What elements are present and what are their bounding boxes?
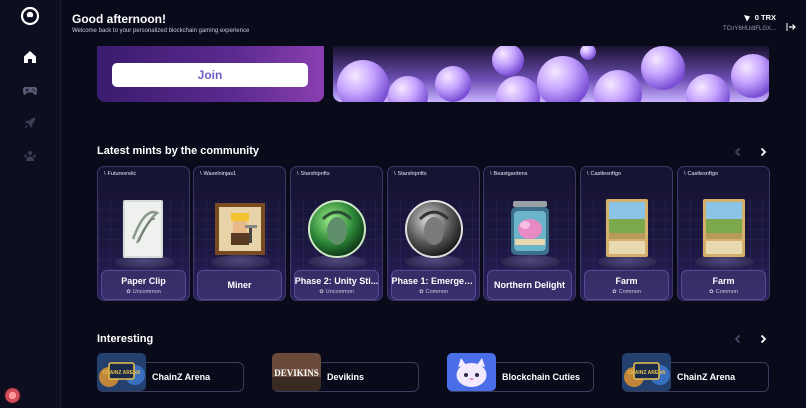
game-thumbnail: CHAINZ ARENA <box>622 353 671 391</box>
header: Good afternoon! Welcome back to your per… <box>61 0 806 46</box>
game-name: ChainZ Arena <box>152 372 211 382</box>
rarity-icon: ✿ <box>319 288 324 295</box>
farm-card-art <box>702 199 745 257</box>
interesting-title: Interesting <box>97 333 154 345</box>
game-item[interactable]: DEVIKINS Devikins <box>272 353 419 392</box>
wallet-address: TCnY8HUdtFLGX... <box>722 26 776 32</box>
rarity-icon: ✿ <box>612 288 617 295</box>
rocket-icon[interactable] <box>20 113 40 133</box>
svg-text:CHAINZ ARENA: CHAINZ ARENA <box>628 370 666 376</box>
mint-label: Paper Clip ✿ Uncommon <box>101 270 186 300</box>
interesting-prev-button[interactable] <box>730 331 746 347</box>
mint-card[interactable]: \ Waxelninjas1 Miner <box>193 166 286 301</box>
mint-card[interactable]: \ Beastgardens Northern Delight <box>483 166 576 301</box>
wallet-info[interactable]: 0 TRX TCnY8HUdtFLGX... <box>723 13 776 32</box>
mint-creator: \ Futurexrelic <box>104 171 137 177</box>
home-icon[interactable] <box>20 47 40 67</box>
mint-card[interactable]: \ Starshipnfts Phase 1: Emergen... ✿ Com… <box>387 166 480 301</box>
promo-banner-art <box>337 46 769 102</box>
game-name: Devikins <box>327 372 365 382</box>
creator-tag-icon: \ <box>104 171 106 177</box>
rarity-icon: ✿ <box>709 288 714 295</box>
mint-label: Northern Delight <box>487 270 572 300</box>
mints-next-button[interactable] <box>755 144 771 160</box>
gamepad-icon[interactable] <box>20 80 40 100</box>
wallet-balance: 0 TRX <box>723 13 776 22</box>
chevron-left-icon <box>734 147 741 157</box>
mint-name: Northern Delight <box>494 280 565 290</box>
user-avatar[interactable] <box>4 387 21 404</box>
mint-creator: \ Starshipnfts <box>297 171 330 177</box>
svg-text:CHAINZ ARENA: CHAINZ ARENA <box>103 370 141 376</box>
interesting-next-button[interactable] <box>755 331 771 347</box>
mint-rarity: ✿ Uncommon <box>126 288 161 295</box>
mint-name: Farm <box>615 275 638 286</box>
latest-mints-title: Latest mints by the community <box>97 145 259 157</box>
mint-creator: \ Beastgardens <box>490 171 528 177</box>
mint-name: Phase 1: Emergen... <box>391 275 476 286</box>
mint-creator: \ Castlesnftgo <box>587 171 622 177</box>
mint-name: Farm <box>712 275 735 286</box>
chevron-right-icon <box>760 334 767 344</box>
unity-orb-art <box>307 200 366 258</box>
mint-card[interactable]: \ Castlesnftgo Farm ✿ Common <box>677 166 770 301</box>
chevron-right-icon <box>760 147 767 157</box>
mint-label: Farm ✿ Common <box>584 270 669 300</box>
svg-text:DEVIKINS: DEVIKINS <box>274 368 319 378</box>
mint-creator: \ Waxelninjas1 <box>200 171 237 177</box>
creator-tag-icon: \ <box>684 171 686 177</box>
tron-icon <box>743 14 750 21</box>
farm-card-art <box>605 199 648 257</box>
mint-card[interactable]: \ Castlesnftgo Farm ✿ Common <box>580 166 673 301</box>
mint-name: Paper Clip <box>121 275 166 286</box>
creator-tag-icon: \ <box>587 171 589 177</box>
game-thumbnail: CHAINZ ARENA <box>97 353 146 391</box>
creator-tag-icon: \ <box>200 171 202 177</box>
mint-label: Phase 2: Unity Sti... ✿ Uncommon <box>294 270 379 300</box>
creator-tag-icon: \ <box>394 171 396 177</box>
wallet-balance-value: 0 TRX <box>754 13 776 22</box>
game-name: Blockchain Cuties <box>502 372 581 382</box>
mint-label: Farm ✿ Common <box>681 270 766 300</box>
greeting-subtitle: Welcome back to your personalized blockc… <box>72 28 250 34</box>
chevron-left-icon <box>734 334 741 344</box>
mint-label: Phase 1: Emergen... ✿ Common <box>391 270 476 300</box>
paper-clip-art <box>122 200 163 258</box>
greeting-title: Good afternoon! <box>72 12 166 26</box>
mint-name: Miner <box>227 280 252 290</box>
mint-rarity: ✿ Uncommon <box>319 288 354 295</box>
game-item[interactable]: Blockchain Cuties <box>447 353 594 392</box>
mints-prev-button[interactable] <box>730 144 746 160</box>
join-button[interactable]: Join <box>112 63 308 87</box>
mint-creator: \ Starshipnfts <box>394 171 427 177</box>
logo-icon[interactable] <box>20 6 40 26</box>
mint-card[interactable]: \ Futurexrelic Paper Clip ✿ Uncommon <box>97 166 190 301</box>
mint-name: Phase 2: Unity Sti... <box>294 275 379 286</box>
rarity-icon: ✿ <box>419 288 424 295</box>
creator-tag-icon: \ <box>490 171 492 177</box>
game-thumbnail <box>447 353 496 391</box>
creator-tag-icon: \ <box>297 171 299 177</box>
rarity-icon: ✿ <box>126 288 131 295</box>
game-item[interactable]: CHAINZ ARENA ChainZ Arena <box>622 353 769 392</box>
game-name: ChainZ Arena <box>677 372 736 382</box>
mint-rarity: ✿ Common <box>709 288 738 295</box>
game-thumbnail: DEVIKINS <box>272 353 321 391</box>
seed-jar-art <box>510 201 549 255</box>
logout-icon[interactable] <box>786 19 796 31</box>
promo-banner[interactable] <box>333 46 769 102</box>
game-item[interactable]: CHAINZ ARENA ChainZ Arena <box>97 353 244 392</box>
sidebar <box>0 0 61 408</box>
mint-label: Miner <box>197 270 282 300</box>
mint-creator: \ Castlesnftgo <box>684 171 719 177</box>
mint-rarity: ✿ Common <box>419 288 448 295</box>
miner-art <box>214 203 265 255</box>
community-icon[interactable] <box>20 146 40 166</box>
mint-card[interactable]: \ Starshipnfts Phase 2: Unity Sti... ✿ U… <box>290 166 383 301</box>
emergence-orb-art <box>404 200 463 258</box>
mint-rarity: ✿ Common <box>612 288 641 295</box>
